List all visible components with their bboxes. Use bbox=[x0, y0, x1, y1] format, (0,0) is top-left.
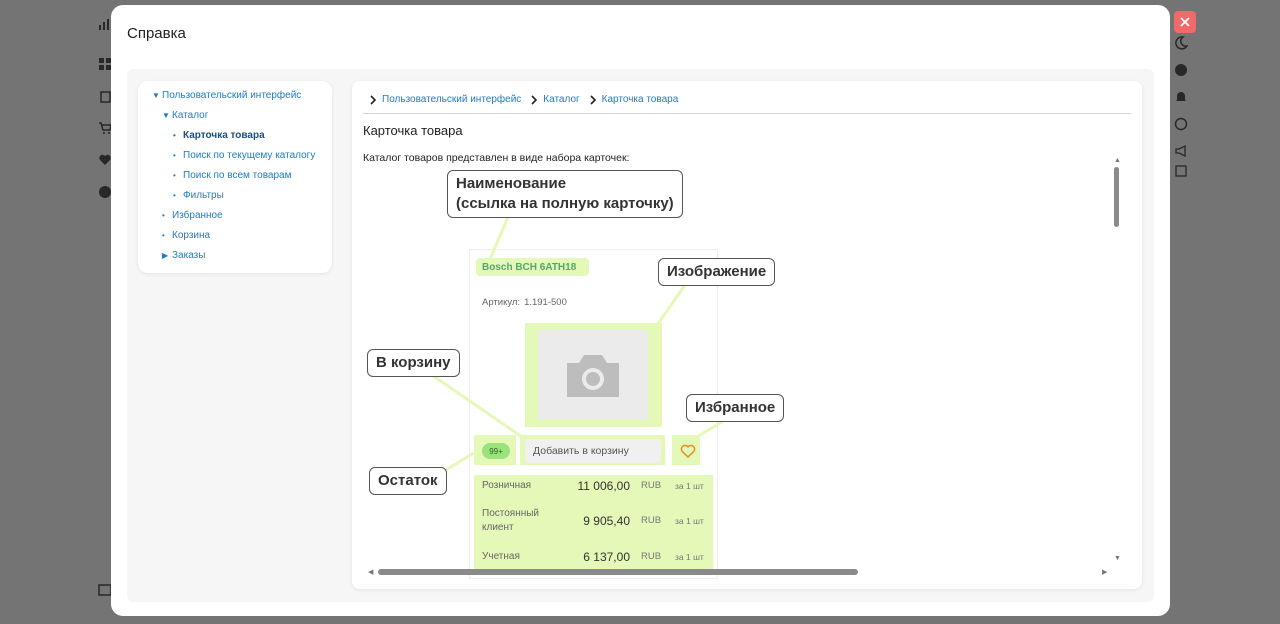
modal-title: Справка bbox=[127, 25, 186, 42]
bullet-icon: • bbox=[162, 231, 165, 240]
tree-item[interactable]: ▶ Заказы bbox=[162, 250, 205, 261]
vertical-scroll-thumb[interactable] bbox=[1114, 167, 1119, 227]
tree-item[interactable]: • Карточка товара bbox=[173, 130, 265, 141]
tree-item[interactable]: ▼ Каталог bbox=[162, 110, 208, 121]
scroll-down-icon[interactable]: ▼ bbox=[1114, 555, 1121, 562]
help-tree: ▼ Пользовательский интерфейс ▼ Каталог • Карт… bbox=[138, 81, 332, 273]
callout-stock: Остаток bbox=[369, 467, 447, 495]
scroll-left-icon[interactable]: ◀ bbox=[368, 569, 373, 576]
help-modal: Справка ▼ Пользовательский интерфейс ▼ Ката… bbox=[111, 5, 1170, 616]
caret-right-icon: ▶ bbox=[162, 251, 169, 260]
tree-item[interactable]: • Избранное bbox=[162, 210, 223, 221]
bullet-icon: • bbox=[173, 191, 176, 200]
vertical-scrollbar[interactable]: ▲ ▼ bbox=[1113, 157, 1121, 565]
tree-item-label: Поиск по текущему каталогу bbox=[183, 150, 316, 161]
tree-item-label: Заказы bbox=[172, 250, 206, 261]
tree-item-label: Поиск по всем товарам bbox=[183, 170, 292, 181]
card-illustration: Bosch BCH 6ATH18 Артикул: 1.191-500 99+ … bbox=[352, 81, 1142, 589]
close-button[interactable] bbox=[1174, 11, 1196, 33]
tree-item-label: Каталог bbox=[172, 110, 209, 121]
horizontal-scrollbar[interactable]: ◀ ▶ bbox=[368, 567, 1110, 577]
close-icon bbox=[1180, 17, 1190, 27]
tree-item-label: Карточка товара bbox=[183, 130, 265, 141]
callout-name: Наименование (ссылка на полную карточку) bbox=[447, 170, 683, 218]
callout-name-line1: Наименование bbox=[456, 175, 567, 192]
tree-item-label: Пользовательский интерфейс bbox=[162, 90, 302, 101]
callout-image: Изображение bbox=[658, 258, 776, 286]
callout-favorite: Избранное bbox=[686, 394, 785, 422]
tree-item[interactable]: • Поиск по текущему каталогу bbox=[173, 150, 315, 161]
modal-body: ▼ Пользовательский интерфейс ▼ Каталог • Карт… bbox=[127, 69, 1154, 602]
caret-down-icon: ▼ bbox=[162, 111, 170, 120]
bullet-icon: • bbox=[173, 151, 176, 160]
help-content: Пользовательский интерфейс Каталог Карточк… bbox=[352, 81, 1142, 589]
tree-item[interactable]: • Поиск по всем товарам bbox=[173, 170, 291, 181]
tree-item-label: Корзина bbox=[172, 230, 211, 241]
horizontal-scroll-thumb[interactable] bbox=[378, 569, 858, 575]
caret-down-icon: ▼ bbox=[152, 91, 160, 100]
callout-lines bbox=[431, 216, 731, 473]
scroll-up-icon[interactable]: ▲ bbox=[1114, 157, 1121, 164]
tree-item[interactable]: • Корзина bbox=[162, 230, 210, 241]
bullet-icon: • bbox=[173, 171, 176, 180]
scroll-right-icon[interactable]: ▶ bbox=[1102, 569, 1107, 576]
tree-item[interactable]: ▼ Пользовательский интерфейс bbox=[152, 90, 301, 101]
bullet-icon: • bbox=[162, 211, 165, 220]
callout-cart: В корзину bbox=[367, 349, 460, 377]
callout-name-line2: (ссылка на полную карточку) bbox=[456, 195, 674, 212]
tree-item-label: Избранное bbox=[172, 210, 223, 221]
tree-item-label: Фильтры bbox=[183, 190, 224, 201]
tree-item[interactable]: • Фильтры bbox=[173, 190, 224, 201]
bullet-icon: • bbox=[173, 131, 176, 140]
